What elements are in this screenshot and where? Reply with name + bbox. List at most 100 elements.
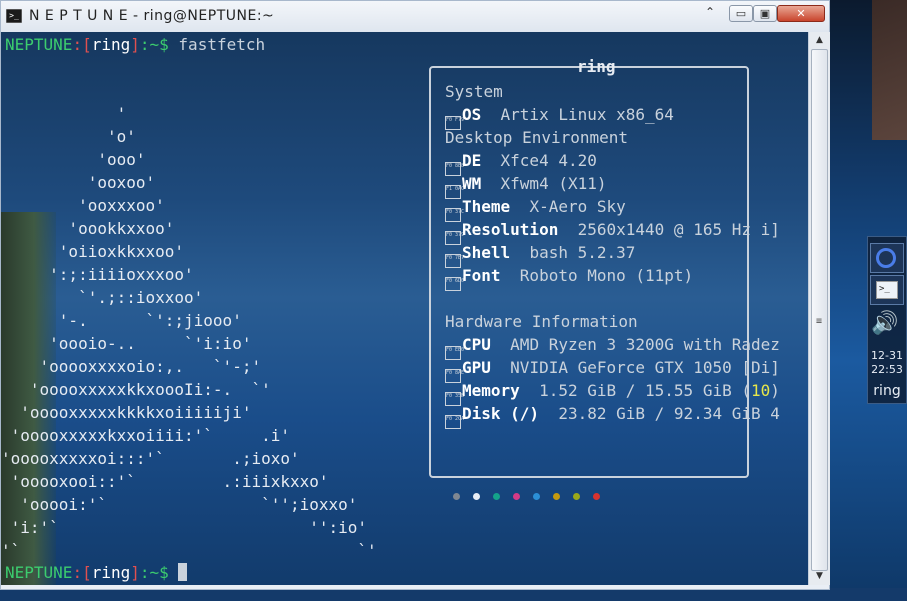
- section-desktop: Desktop Environment: [445, 128, 629, 147]
- logo-line: '` `': [1, 541, 377, 560]
- memory-percent: 10: [750, 381, 771, 400]
- palette-dot: [453, 493, 460, 500]
- os-key: OS: [462, 105, 482, 124]
- disk-icon: F0 2CA: [445, 415, 464, 429]
- box-title: ring: [577, 57, 616, 76]
- font-icon: F0 6D0: [445, 277, 464, 291]
- panel-user[interactable]: ring: [868, 383, 906, 399]
- resolution-key: Resolution: [462, 220, 559, 239]
- palette-dot: [473, 493, 480, 500]
- palette-dot: [533, 493, 540, 500]
- logo-line: 'ooooxxxxxkkxoooIi:-. `': [1, 380, 271, 399]
- prompt-user-2: ring: [91, 563, 131, 582]
- scroll-thumb[interactable]: ≡: [811, 49, 828, 571]
- taskbar-terminal-button[interactable]: >_: [870, 275, 904, 305]
- section-hardware: Hardware Information: [445, 312, 638, 331]
- theme-key: Theme: [462, 197, 511, 216]
- shell-key: Shell: [462, 243, 511, 262]
- prompt-close-2: ]: [130, 563, 140, 582]
- ascii-logo: ' 'o' 'ooo' 'ooxoo' 'ooxxxoo' 'oookkxxoo…: [1, 102, 377, 562]
- prompt-open-2: :[: [72, 563, 92, 582]
- logo-line: `'.;::ioxxoo': [1, 288, 204, 307]
- cpu-key: CPU: [462, 335, 491, 354]
- logo-line: ':;:iiiioxxxoo': [1, 265, 194, 284]
- grip-icon: ≡: [816, 316, 823, 327]
- logo-line: 'ooooi:'` `'';ioxxo': [1, 495, 358, 514]
- text-cursor: [178, 563, 188, 581]
- maximize-button[interactable]: ▣: [753, 5, 777, 22]
- prompt-line[interactable]: NEPTUNE:[ring]:~$: [5, 563, 188, 583]
- desktop-wallpaper-rock: [872, 0, 907, 140]
- logo-line: 'ooo': [1, 150, 146, 169]
- font-key: Font: [462, 266, 501, 285]
- os-value: Artix Linux x86_64: [500, 105, 674, 124]
- terminal-icon: >_: [6, 9, 22, 23]
- prompt-user: ring: [91, 35, 131, 54]
- panel-time[interactable]: 22:53: [868, 363, 906, 376]
- theme-value: X-Aero Sky: [529, 197, 626, 216]
- logo-line: 'oookkxxoo': [1, 219, 175, 238]
- scroll-up-icon[interactable]: ▲: [809, 32, 830, 49]
- logo-line: 'ooxoo': [1, 173, 156, 192]
- rollup-button[interactable]: ⌃: [701, 5, 719, 22]
- command-line: NEPTUNE:[ring]:~$ fastfetch: [5, 35, 265, 55]
- logo-line: 'oiioxkkxxoo': [1, 242, 185, 261]
- palette-dot: [593, 493, 600, 500]
- memory-value: 1.52 GiB / 15.55 GiB (: [539, 381, 751, 400]
- section-system: System: [445, 82, 503, 101]
- info-row-disk: F0 2CADisk (/) 23.82 GiB / 92.34 GiB 4: [445, 402, 780, 429]
- scroll-down-icon[interactable]: ▼: [809, 568, 830, 585]
- panel-date[interactable]: 12-31: [868, 349, 906, 362]
- resolution-value: 2560x1440 @ 165 Hz i]: [577, 220, 780, 239]
- circle-icon: [876, 248, 896, 268]
- prompt-path-2: :~$: [139, 563, 169, 582]
- window-title: N E P T U N E - ring@NEPTUNE:~: [29, 8, 275, 24]
- logo-line: '-. `':;jiooo': [1, 311, 242, 330]
- launcher-button[interactable]: [870, 243, 904, 273]
- cpu-value: AMD Ryzen 3 3200G with Radez: [510, 335, 780, 354]
- palette-dot: [513, 493, 520, 500]
- de-key: DE: [462, 151, 482, 170]
- memory-key: Memory: [462, 381, 520, 400]
- volume-icon[interactable]: 🔊: [871, 311, 898, 336]
- terminal-window: >_ N E P T U N E - ring@NEPTUNE:~ ⌃ ▭ ▣ …: [0, 0, 830, 590]
- prompt-path: :~$: [139, 35, 169, 54]
- logo-line: 'ooooxxxxxkkkkxoiiiiiji': [1, 403, 252, 422]
- logo-line: 'ooxxxoo': [1, 196, 165, 215]
- command-text: fastfetch: [178, 35, 266, 54]
- palette-dot: [573, 493, 580, 500]
- logo-line: 'o': [1, 127, 136, 146]
- logo-line: 'ooooxxxxxkxxoiiii:'` .i': [1, 426, 290, 445]
- shell-value: bash 5.2.37: [529, 243, 636, 262]
- palette-dot: [493, 493, 500, 500]
- palette-dot: [553, 493, 560, 500]
- disk-key: Disk (/): [462, 404, 540, 423]
- terminal-icon: >_: [876, 281, 898, 299]
- logo-line: 'i:'` '':io': [1, 518, 368, 537]
- scrollbar[interactable]: ▲ ≡ ▼: [808, 32, 830, 585]
- wm-key: WM: [462, 174, 482, 193]
- wm-value: Xfwm4 (X11): [500, 174, 607, 193]
- logo-line: 'ooooxxxxxoi:::'` .;ioxo': [1, 449, 300, 468]
- logo-line: ': [1, 104, 127, 123]
- info-row-font: F0 6D0Font Roboto Mono (11pt): [445, 264, 693, 291]
- memory-value-end: ): [770, 381, 780, 400]
- close-button[interactable]: ✕: [777, 5, 825, 22]
- title-bar[interactable]: >_ N E P T U N E - ring@NEPTUNE:~ ⌃ ▭ ▣ …: [1, 1, 829, 33]
- color-palette: [453, 485, 613, 500]
- logo-line: 'ooooxooi::'` .:iiixkxxo': [1, 472, 329, 491]
- gpu-value: NVIDIA GeForce GTX 1050 [Di]: [510, 358, 780, 377]
- logo-line: 'ooooxxxxoio:,. `'-;': [1, 357, 262, 376]
- terminal-area[interactable]: NEPTUNE:[ring]:~$ fastfetch ' 'o' 'ooo' …: [1, 32, 808, 585]
- prompt-host: NEPTUNE: [5, 35, 73, 54]
- prompt-host-2: NEPTUNE: [5, 563, 73, 582]
- prompt-open: :[: [72, 35, 92, 54]
- gpu-key: GPU: [462, 358, 491, 377]
- de-value: Xfce4 4.20: [500, 151, 597, 170]
- prompt-close: ]: [130, 35, 140, 54]
- side-panel: >_ 🔊 12-31 22:53 ring: [867, 236, 907, 404]
- minimize-button[interactable]: ▭: [729, 5, 753, 22]
- font-value: Roboto Mono (11pt): [519, 266, 694, 285]
- logo-line: 'oooio-.. `'i:io': [1, 334, 252, 353]
- disk-value: 23.82 GiB / 92.34 GiB 4: [558, 404, 780, 423]
